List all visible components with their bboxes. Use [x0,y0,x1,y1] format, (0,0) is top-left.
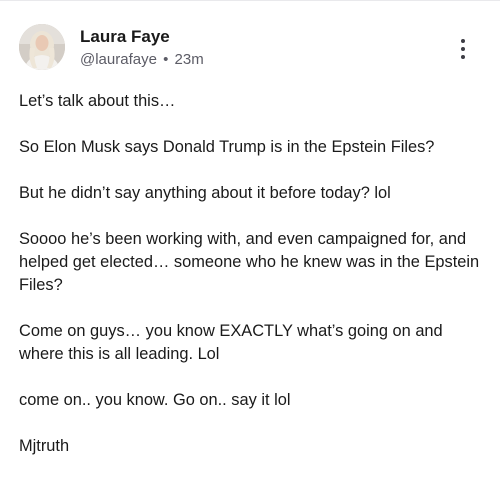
post-card: Laura Faye @laurafaye • 23m Let’s talk a… [0,0,500,498]
post-paragraph: So Elon Musk says Donald Trump is in the… [19,138,435,156]
post-body: Let’s talk about this… So Elon Musk says… [19,90,481,481]
more-vertical-icon[interactable] [455,36,473,62]
kebab-dot [461,47,465,51]
author-block: Laura Faye @laurafaye • 23m [80,27,204,69]
post-paragraph: Come on guys… you know EXACTLY what’s go… [19,322,443,363]
post-timestamp[interactable]: 23m [175,51,204,68]
author-handle[interactable]: @laurafaye [80,51,157,68]
kebab-dot [461,55,465,59]
post-paragraph: But he didn’t say anything about it befo… [19,184,391,202]
post-paragraph: Let’s talk about this… [19,92,176,110]
post-paragraph: Mjtruth [19,437,70,455]
kebab-dot [461,39,465,43]
author-display-name[interactable]: Laura Faye [80,27,204,47]
post-paragraph: come on.. you know. Go on.. say it lol [19,391,291,409]
avatar[interactable] [19,24,65,70]
post-paragraph: Soooo he’s been working with, and even c… [19,230,480,294]
profile-photo-icon [19,24,65,70]
meta-separator: • [163,51,169,68]
author-meta: @laurafaye • 23m [80,51,204,69]
